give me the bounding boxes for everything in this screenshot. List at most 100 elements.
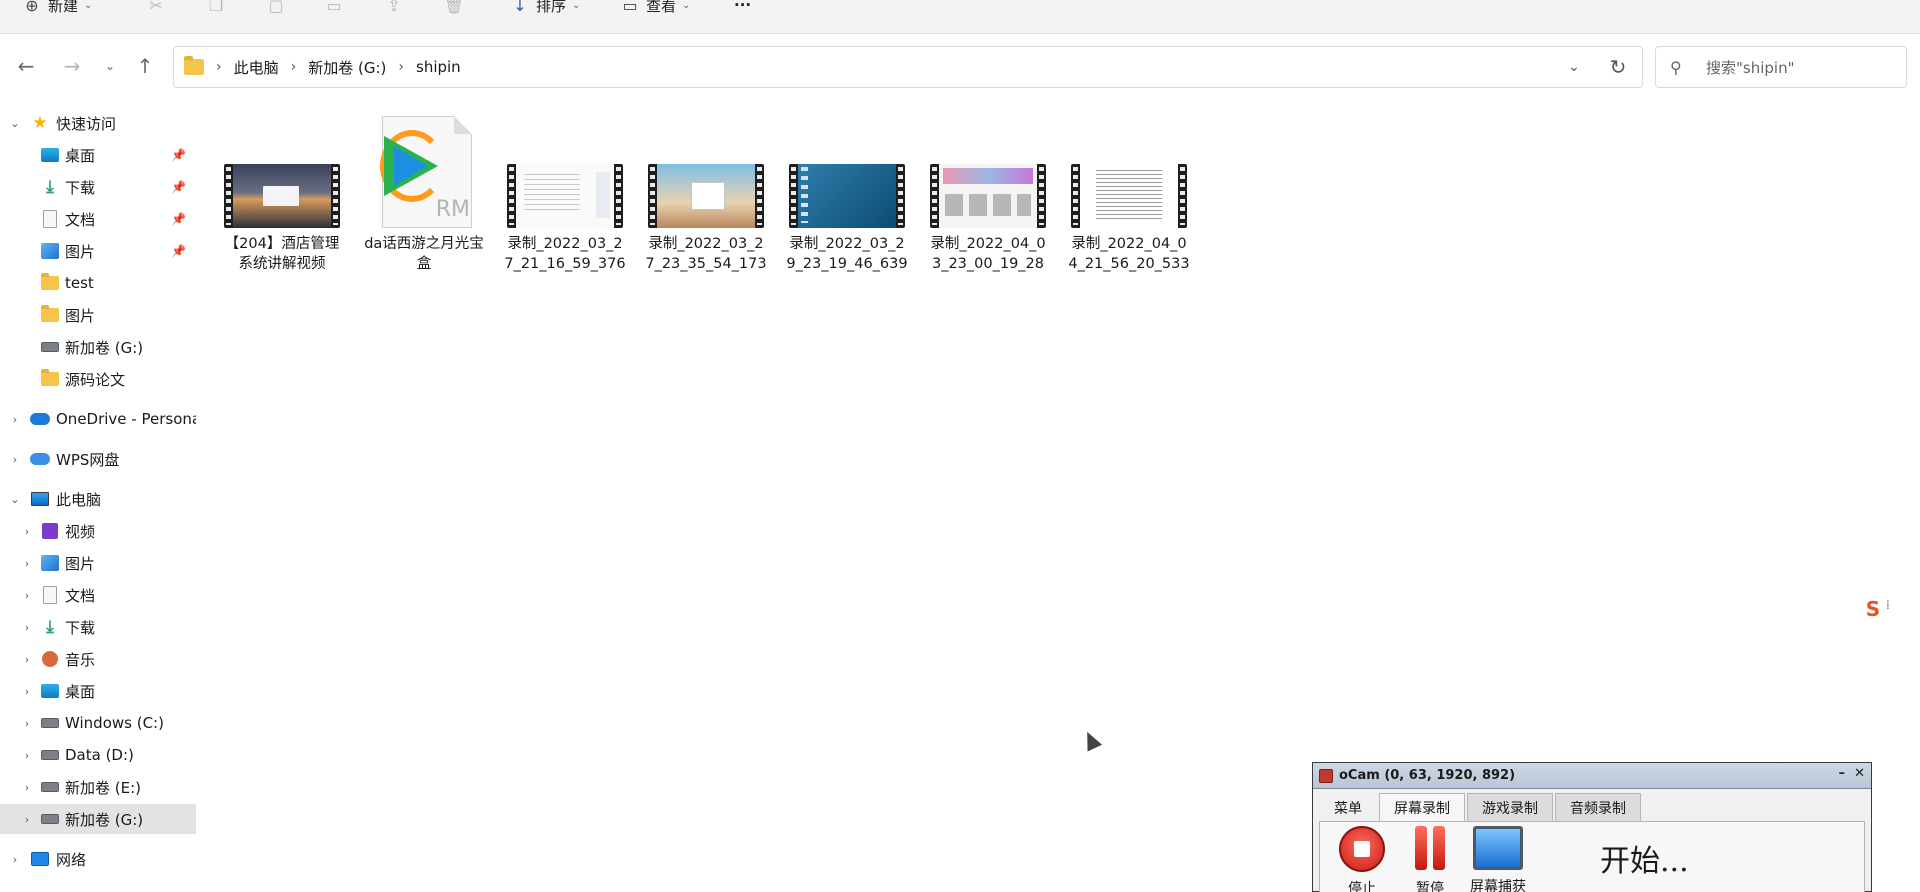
file-item[interactable]: RM da话西游之月光宝盒 [354,108,494,274]
nav-wps[interactable]: › WPS网盘 [0,444,196,474]
monitor-icon [1473,826,1523,870]
chevron-right-icon[interactable]: › [20,748,34,762]
pin-icon[interactable]: 📌 [171,212,186,226]
cut-button[interactable]: ✂ [146,0,166,18]
nav-pc-pictures[interactable]: › 图片 [0,548,196,578]
nav-pc-drive-c[interactable]: › Windows (C:) [0,708,196,738]
chevron-down-icon: ⌄ [682,0,691,11]
arrow-left-icon: ← [17,54,35,78]
sogou-ime-icon[interactable]: S [1862,596,1884,622]
chevron-right-icon[interactable]: › [20,812,34,826]
nav-item-drive-g-quick[interactable]: 新加卷 (G:) [0,332,196,362]
view-button[interactable]: ▭ 查看 ⌄ [620,0,690,18]
nav-item-documents[interactable]: 文档 📌 [0,204,196,234]
screen-capture-button[interactable]: 屏幕捕获 [1466,826,1530,892]
file-item[interactable]: 录制_2022_04_04_21_56_20_533 [1059,108,1199,274]
tab-screen-record[interactable]: 屏幕录制 [1379,793,1465,821]
chevron-right-icon[interactable]: › [20,780,34,794]
file-item[interactable]: 录制_2022_04_03_23_00_19_28 [918,108,1058,274]
sort-button[interactable]: ↓ 排序 ⌄ [510,0,580,18]
pin-icon[interactable]: 📌 [171,244,186,258]
tab-menu[interactable]: 菜单 [1319,793,1377,821]
chevron-right-icon[interactable]: › [20,588,34,602]
nav-item-downloads[interactable]: ⤓ 下载 📌 [0,172,196,202]
add-icon: ⊕ [25,0,39,15]
nav-quick-access[interactable]: ⌄ ★ 快速访问 [0,108,196,138]
cut-icon: ✂ [149,0,163,15]
nav-pc-videos[interactable]: › 视频 [0,516,196,546]
nav-pc-desktop[interactable]: › 桌面 [0,676,196,706]
nav-network[interactable]: › 网络 [0,844,196,874]
more-icon: ··· [734,0,752,14]
chevron-right-icon[interactable]: › [8,852,22,866]
video-thumbnail [930,108,1046,228]
up-button[interactable]: ↑ [131,52,159,80]
nav-pc-downloads[interactable]: › ⤓ 下载 [0,612,196,642]
chevron-right-icon[interactable]: › [8,412,22,426]
chevron-right-icon[interactable]: › [8,452,22,466]
chevron-down-icon: ⌄ [1568,59,1580,75]
file-item[interactable]: 录制_2022_03_27_21_16_59_376 [495,108,635,274]
nav-label: 图片 [65,554,96,573]
nav-item-pictures[interactable]: 图片 📌 [0,236,196,266]
minimize-button[interactable]: – [1839,766,1846,781]
tab-game-record[interactable]: 游戏录制 [1467,793,1553,821]
more-button[interactable]: ··· [734,0,751,18]
delete-button[interactable]: 🗑 [444,0,464,18]
nav-item-desktop[interactable]: 桌面 📌 [0,140,196,170]
refresh-button[interactable]: ↻ [1594,47,1642,87]
stop-button[interactable]: 停止 [1330,826,1394,892]
address-bar[interactable]: › 此电脑 › 新加卷 (G:) › shipin ⌄ ↻ [173,46,1643,88]
stop-label: 停止 [1348,881,1376,892]
folder-icon [40,305,60,324]
close-button[interactable]: ✕ [1854,766,1865,781]
pin-icon[interactable]: 📌 [171,148,186,162]
nav-item-pictures-folder[interactable]: 图片 [0,300,196,330]
chevron-down-icon[interactable]: ⌄ [8,116,22,130]
file-item[interactable]: 录制_2022_03_27_23_35_54_173 [636,108,776,274]
chevron-right-icon[interactable]: › [20,684,34,698]
nav-item-test[interactable]: test [0,268,196,298]
nav-pc-documents[interactable]: › 文档 [0,580,196,610]
search-input[interactable]: ⚲ 搜索"shipin" [1655,46,1907,88]
chevron-right-icon[interactable]: › [291,59,297,75]
file-item[interactable]: 【204】酒店管理系统讲解视频 [212,108,352,274]
chevron-right-icon[interactable]: › [20,620,34,634]
nav-pc-music[interactable]: › 音乐 [0,644,196,674]
rename-button[interactable]: ▭ [324,0,344,18]
chevron-right-icon[interactable]: › [20,524,34,538]
new-button[interactable]: ⊕ 新建 ⌄ [22,0,92,18]
video-thumbnail [507,108,623,228]
chevron-down-icon[interactable]: ⌄ [8,492,22,506]
tab-audio-record[interactable]: 音频录制 [1555,793,1641,821]
back-button[interactable]: ← [12,52,40,80]
breadcrumb-drive-g[interactable]: 新加卷 (G:) [308,57,386,78]
chevron-right-icon[interactable]: › [20,652,34,666]
forward-button[interactable]: → [58,52,86,80]
breadcrumb-shipin[interactable]: shipin [416,58,461,76]
nav-item-source-papers[interactable]: 源码论文 [0,364,196,394]
chevron-right-icon[interactable]: › [20,556,34,570]
breadcrumb-this-pc[interactable]: 此电脑 [234,57,279,78]
chevron-down-icon: ⌄ [572,0,581,11]
tencent-video-icon: RM [376,116,472,228]
ocam-titlebar[interactable]: oCam (0, 63, 1920, 892) – ✕ [1313,763,1871,789]
nav-pc-drive-d[interactable]: › Data (D:) [0,740,196,770]
nav-label: OneDrive - Persona [56,410,196,428]
nav-this-pc[interactable]: ⌄ 此电脑 [0,484,196,514]
chevron-right-icon[interactable]: › [398,59,404,75]
nav-pc-drive-g[interactable]: › 新加卷 (G:) [0,804,196,834]
address-dropdown-button[interactable]: ⌄ [1554,47,1594,87]
expand-icon[interactable]: ⁞ [1886,598,1896,620]
recent-locations-button[interactable]: ⌄ [96,52,124,80]
share-button[interactable]: ⇪ [384,0,404,18]
paste-button[interactable]: ▢ [266,0,286,18]
file-item[interactable]: 录制_2022_03_29_23_19_46_639 [777,108,917,274]
copy-button[interactable]: ❐ [206,0,226,18]
computer-icon [30,490,50,508]
nav-pc-drive-e[interactable]: › 新加卷 (E:) [0,772,196,802]
nav-onedrive[interactable]: › OneDrive - Persona [0,404,196,434]
pause-button[interactable]: 暂停 [1398,826,1462,892]
pin-icon[interactable]: 📌 [171,180,186,194]
chevron-right-icon[interactable]: › [20,716,34,730]
